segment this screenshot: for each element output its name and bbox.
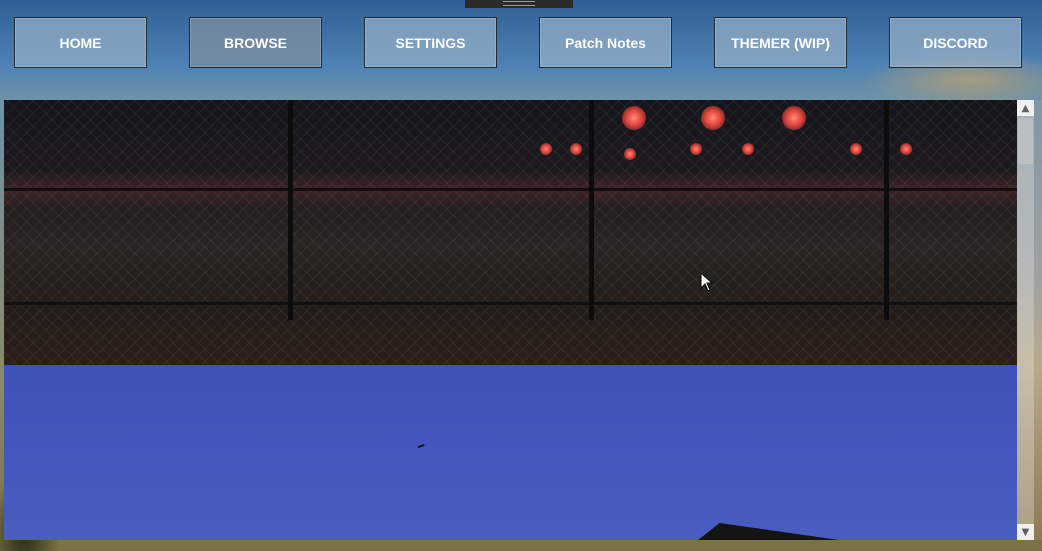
top-nav: HOME BROWSE SETTINGS Patch Notes THEMER … <box>0 17 1042 70</box>
runway-light <box>540 143 552 155</box>
vertical-scrollbar[interactable]: ▲ ▼ <box>1017 100 1034 540</box>
runway-light <box>624 148 636 160</box>
patch-notes-button[interactable]: Patch Notes <box>539 17 672 68</box>
night-airfield-image[interactable] <box>4 100 1017 365</box>
runway-light <box>850 143 862 155</box>
home-button[interactable]: HOME <box>14 17 147 68</box>
runway-light <box>570 143 582 155</box>
settings-button[interactable]: SETTINGS <box>364 17 497 68</box>
browse-button[interactable]: BROWSE <box>189 17 322 68</box>
browse-gallery <box>4 100 1017 540</box>
runway-light <box>782 106 806 130</box>
runway-light <box>900 143 912 155</box>
discord-button[interactable]: DISCORD <box>889 17 1022 68</box>
fence-post <box>884 100 889 320</box>
fence-post <box>589 100 594 320</box>
fence-mesh <box>4 100 1017 365</box>
fence-post <box>288 100 293 320</box>
arrow-down-icon[interactable]: ▼ <box>1017 524 1034 540</box>
roof-silhouette <box>694 523 860 540</box>
scroll-thumb[interactable] <box>1018 118 1033 164</box>
arrow-up-icon[interactable]: ▲ <box>1017 100 1034 116</box>
blue-sky-image[interactable] <box>4 365 1017 540</box>
mouse-cursor-icon <box>700 272 714 292</box>
runway-light <box>701 106 725 130</box>
fence-rail <box>4 302 1017 305</box>
runway-light <box>690 143 702 155</box>
themer-button[interactable]: THEMER (WIP) <box>714 17 847 68</box>
bird-silhouette <box>417 443 426 452</box>
drag-handle[interactable] <box>465 0 573 8</box>
grip-icon <box>503 1 535 6</box>
runway-light <box>742 143 754 155</box>
runway-light <box>622 106 646 130</box>
fence-rail <box>4 188 1017 191</box>
